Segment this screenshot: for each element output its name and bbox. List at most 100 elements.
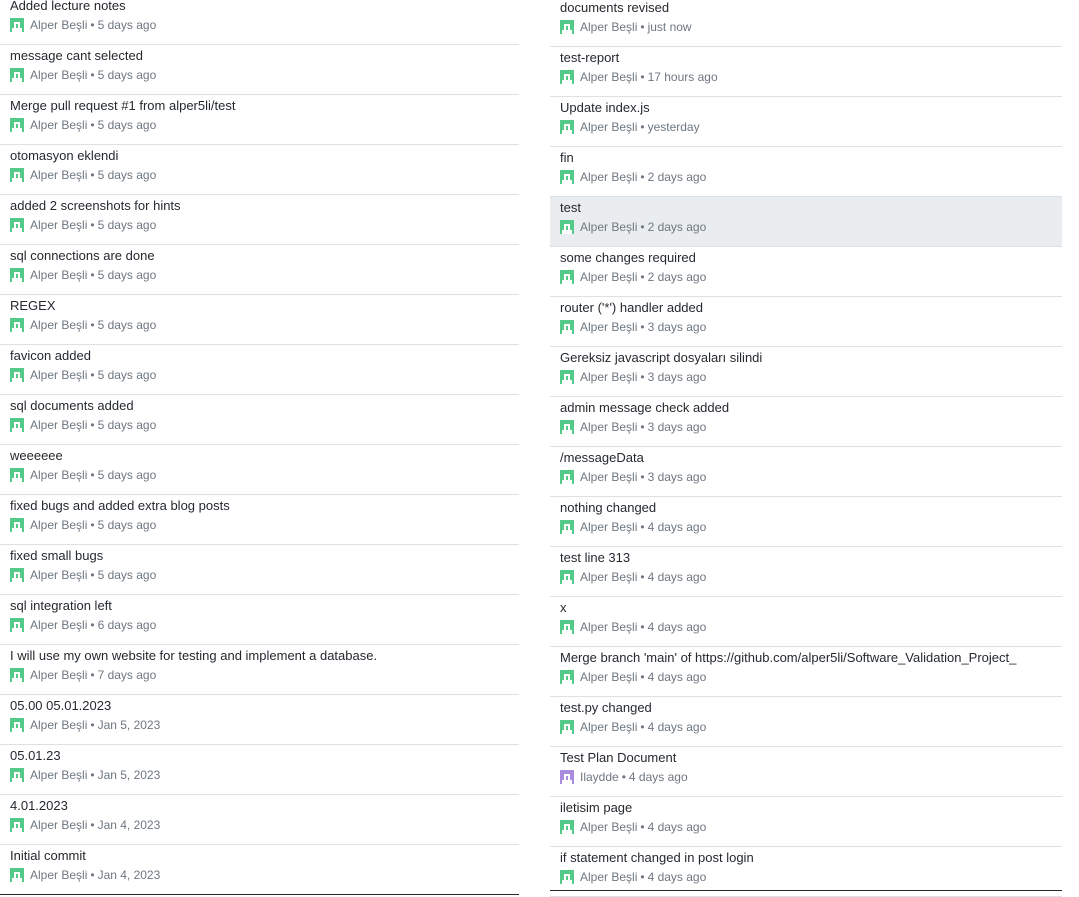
commit-message[interactable]: Gereksiz javascript dosyaları silindi	[560, 350, 1052, 365]
commit-message[interactable]: some changes required	[560, 250, 1052, 265]
commit-row[interactable]: x Alper Beşli • 4 days ago	[550, 597, 1062, 647]
commit-author[interactable]: Alper Beşli	[580, 370, 637, 384]
commit-row[interactable]: Update index.js Alper Beşli • yesterday	[550, 97, 1062, 147]
commit-author[interactable]: Alper Beşli	[580, 620, 637, 634]
commit-author[interactable]: Alper Beşli	[30, 418, 87, 432]
commit-row[interactable]: Initial commit Alper Beşli • Jan 4, 2023	[0, 845, 519, 895]
commit-author[interactable]: Alper Beşli	[30, 318, 87, 332]
commit-message[interactable]: Added lecture notes	[10, 0, 509, 13]
commit-row[interactable]: weeeeee Alper Beşli • 5 days ago	[0, 445, 519, 495]
commit-row[interactable]: sql connections are done Alper Beşli • 5 da…	[0, 245, 519, 295]
commit-row[interactable]: Merge pull request #1 from alper5li/test…	[0, 95, 519, 145]
commit-message[interactable]: fixed bugs and added extra blog posts	[10, 498, 509, 513]
commit-author[interactable]: Alper Beşli	[30, 268, 87, 282]
commit-author[interactable]: Alper Beşli	[580, 870, 637, 884]
avatar-icon[interactable]	[560, 370, 574, 384]
commit-row[interactable]: /messageData Alper Beşli • 3 days ago	[550, 447, 1062, 497]
avatar-icon[interactable]	[560, 120, 574, 134]
avatar-icon[interactable]	[10, 168, 24, 182]
commit-author[interactable]: Alper Beşli	[30, 468, 87, 482]
avatar-icon[interactable]	[10, 18, 24, 32]
commit-author[interactable]: Ilaydde	[580, 770, 619, 784]
avatar-icon[interactable]	[10, 318, 24, 332]
commit-message[interactable]: test	[560, 200, 1052, 215]
commit-message[interactable]: added 2 screenshots for hints	[10, 198, 509, 213]
commit-author[interactable]: Alper Beşli	[30, 368, 87, 382]
commit-row[interactable]: test line 313 Alper Beşli • 4 days ago	[550, 547, 1062, 597]
avatar-icon[interactable]	[560, 720, 574, 734]
commit-author[interactable]: Alper Beşli	[580, 320, 637, 334]
commit-row[interactable]: some changes required Alper Beşli • 2 days …	[550, 247, 1062, 297]
avatar-icon[interactable]	[10, 218, 24, 232]
commit-row[interactable]: Test Plan Document Ilaydde • 4 days ago	[550, 747, 1062, 797]
commit-message[interactable]: if statement changed in post login	[560, 850, 1052, 865]
commit-row[interactable]: I will use my own website for testing an…	[0, 645, 519, 695]
avatar-icon[interactable]	[560, 670, 574, 684]
commit-row[interactable]: otomasyon eklendi Alper Beşli • 5 days ago	[0, 145, 519, 195]
avatar-icon[interactable]	[560, 570, 574, 584]
avatar-icon[interactable]	[10, 468, 24, 482]
commit-message[interactable]: documents revised	[560, 0, 1052, 15]
commit-author[interactable]: Alper Beşli	[30, 568, 87, 582]
avatar-icon[interactable]	[10, 418, 24, 432]
avatar-icon[interactable]	[10, 668, 24, 682]
commit-message[interactable]: Update index.js	[560, 100, 1052, 115]
commit-row[interactable]: message cant selected Alper Beşli • 5 days …	[0, 45, 519, 95]
commit-message[interactable]: test-report	[560, 50, 1052, 65]
commit-author[interactable]: Alper Beşli	[580, 20, 637, 34]
commit-message[interactable]: Test Plan Document	[560, 750, 1052, 765]
commit-author[interactable]: Alper Beşli	[580, 670, 637, 684]
commit-author[interactable]: Alper Beşli	[580, 720, 637, 734]
commit-row[interactable]: documents revised Alper Beşli • just now	[550, 0, 1062, 47]
commit-row[interactable]: Gereksiz javascript dosyaları silindi Alp…	[550, 347, 1062, 397]
avatar-icon[interactable]	[560, 770, 574, 784]
commit-author[interactable]: Alper Beşli	[580, 70, 637, 84]
commit-message[interactable]: message cant selected	[10, 48, 509, 63]
commit-author[interactable]: Alper Beşli	[30, 668, 87, 682]
commit-row[interactable]: 05.01.23 Alper Beşli • Jan 5, 2023	[0, 745, 519, 795]
commit-row[interactable]: nothing changed Alper Beşli • 4 days ago	[550, 497, 1062, 547]
commit-author[interactable]: Alper Beşli	[580, 570, 637, 584]
commit-message[interactable]: Merge branch 'main' of https://github.co…	[560, 650, 1052, 665]
commit-message[interactable]: otomasyon eklendi	[10, 148, 509, 163]
commit-message[interactable]: fin	[560, 150, 1052, 165]
commit-row[interactable]: 05.00 05.01.2023 Alper Beşli • Jan 5, 2023	[0, 695, 519, 745]
commit-row[interactable]: Merge branch 'main' of https://github.co…	[550, 647, 1062, 697]
avatar-icon[interactable]	[560, 870, 574, 884]
commit-row[interactable]: 4.01.2023 Alper Beşli • Jan 4, 2023	[0, 795, 519, 845]
avatar-icon[interactable]	[560, 470, 574, 484]
commit-row[interactable]: router ('*') handler added Alper Beşli • 3 …	[550, 297, 1062, 347]
commit-author[interactable]: Alper Beşli	[30, 218, 87, 232]
commit-message[interactable]: router ('*') handler added	[560, 300, 1052, 315]
avatar-icon[interactable]	[560, 820, 574, 834]
commit-author[interactable]: Alper Beşli	[580, 270, 637, 284]
commit-author[interactable]: Alper Beşli	[580, 220, 637, 234]
avatar-icon[interactable]	[10, 568, 24, 582]
commit-row[interactable]: sql documents added Alper Beşli • 5 days ag…	[0, 395, 519, 445]
commit-author[interactable]: Alper Beşli	[30, 718, 87, 732]
commit-message[interactable]: test.py changed	[560, 700, 1052, 715]
avatar-icon[interactable]	[560, 270, 574, 284]
commit-row[interactable]: fixed small bugs Alper Beşli • 5 days ago	[0, 545, 519, 595]
commit-message[interactable]: 05.00 05.01.2023	[10, 698, 509, 713]
commit-author[interactable]: Alper Beşli	[30, 118, 87, 132]
commit-row[interactable]: test.py changed Alper Beşli • 4 days ago	[550, 697, 1062, 747]
commit-message[interactable]: sql connections are done	[10, 248, 509, 263]
avatar-icon[interactable]	[10, 618, 24, 632]
avatar-icon[interactable]	[10, 818, 24, 832]
commit-author[interactable]: Alper Beşli	[30, 768, 87, 782]
commit-message[interactable]: x	[560, 600, 1052, 615]
avatar-icon[interactable]	[10, 768, 24, 782]
commit-message[interactable]: 4.01.2023	[10, 798, 509, 813]
commit-message[interactable]: sql integration left	[10, 598, 509, 613]
commit-message[interactable]: admin message check added	[560, 400, 1052, 415]
commit-author[interactable]: Alper Beşli	[580, 520, 637, 534]
commit-message[interactable]: sql documents added	[10, 398, 509, 413]
commit-author[interactable]: Alper Beşli	[580, 820, 637, 834]
avatar-icon[interactable]	[560, 20, 574, 34]
avatar-icon[interactable]	[560, 520, 574, 534]
commit-row[interactable]: fixed bugs and added extra blog posts Alp…	[0, 495, 519, 545]
avatar-icon[interactable]	[560, 220, 574, 234]
commit-author[interactable]: Alper Beşli	[580, 120, 637, 134]
commit-author[interactable]: Alper Beşli	[30, 18, 87, 32]
